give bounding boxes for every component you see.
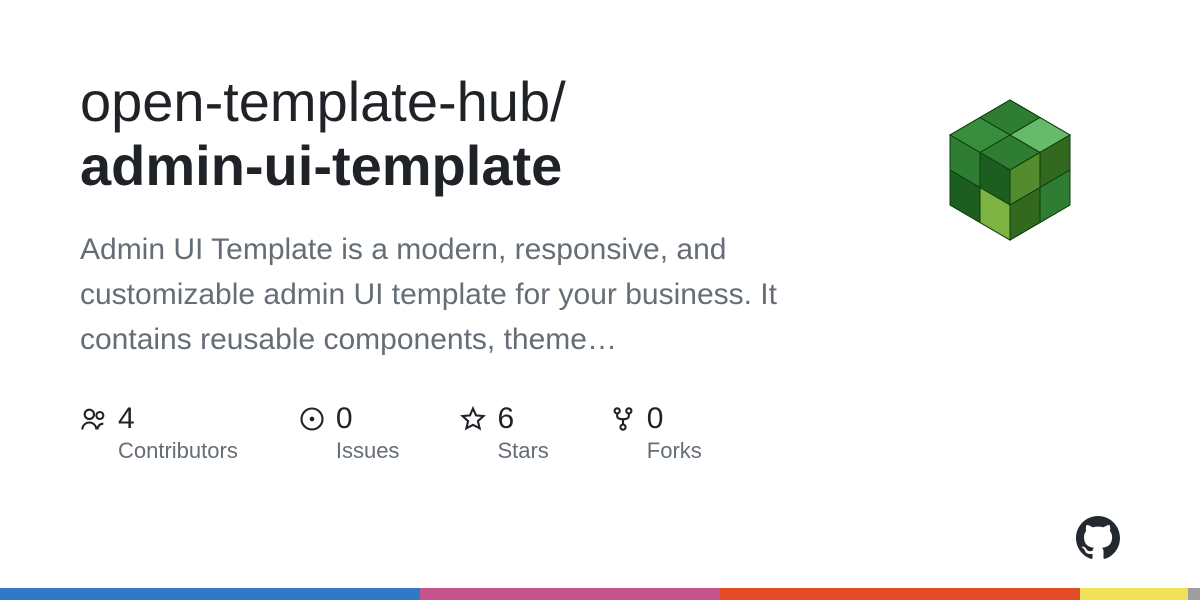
stat-forks[interactable]: 0 Forks [609,402,702,464]
stars-label: Stars [497,438,548,464]
fork-icon [609,405,637,433]
contributors-label: Contributors [118,438,238,464]
star-icon [459,405,487,433]
forks-label: Forks [647,438,702,464]
github-logo-icon [1076,516,1120,560]
issues-label: Issues [336,438,400,464]
language-seg [420,588,720,600]
stars-value: 6 [497,402,514,436]
stat-stars[interactable]: 6 Stars [459,402,548,464]
language-color-bar [0,588,1200,600]
issue-icon [298,405,326,433]
stats-row: 4 Contributors 0 Issues [80,402,840,464]
repo-owner[interactable]: open-template-hub [80,70,550,133]
issues-value: 0 [336,402,353,436]
repo-name[interactable]: admin-ui-template [80,134,840,198]
people-icon [80,405,108,433]
repo-description: Admin UI Template is a modern, responsiv… [80,227,840,362]
forks-value: 0 [647,402,664,436]
repo-avatar [900,70,1120,290]
contributors-value: 4 [118,402,135,436]
stat-issues[interactable]: 0 Issues [298,402,400,464]
language-seg [0,588,420,600]
stat-contributors[interactable]: 4 Contributors [80,402,238,464]
language-seg [1080,588,1188,600]
repo-title: open-template-hub/ admin-ui-template [80,70,840,199]
language-seg [720,588,1080,600]
language-seg [1188,588,1200,600]
cube-logo-icon [910,80,1110,280]
